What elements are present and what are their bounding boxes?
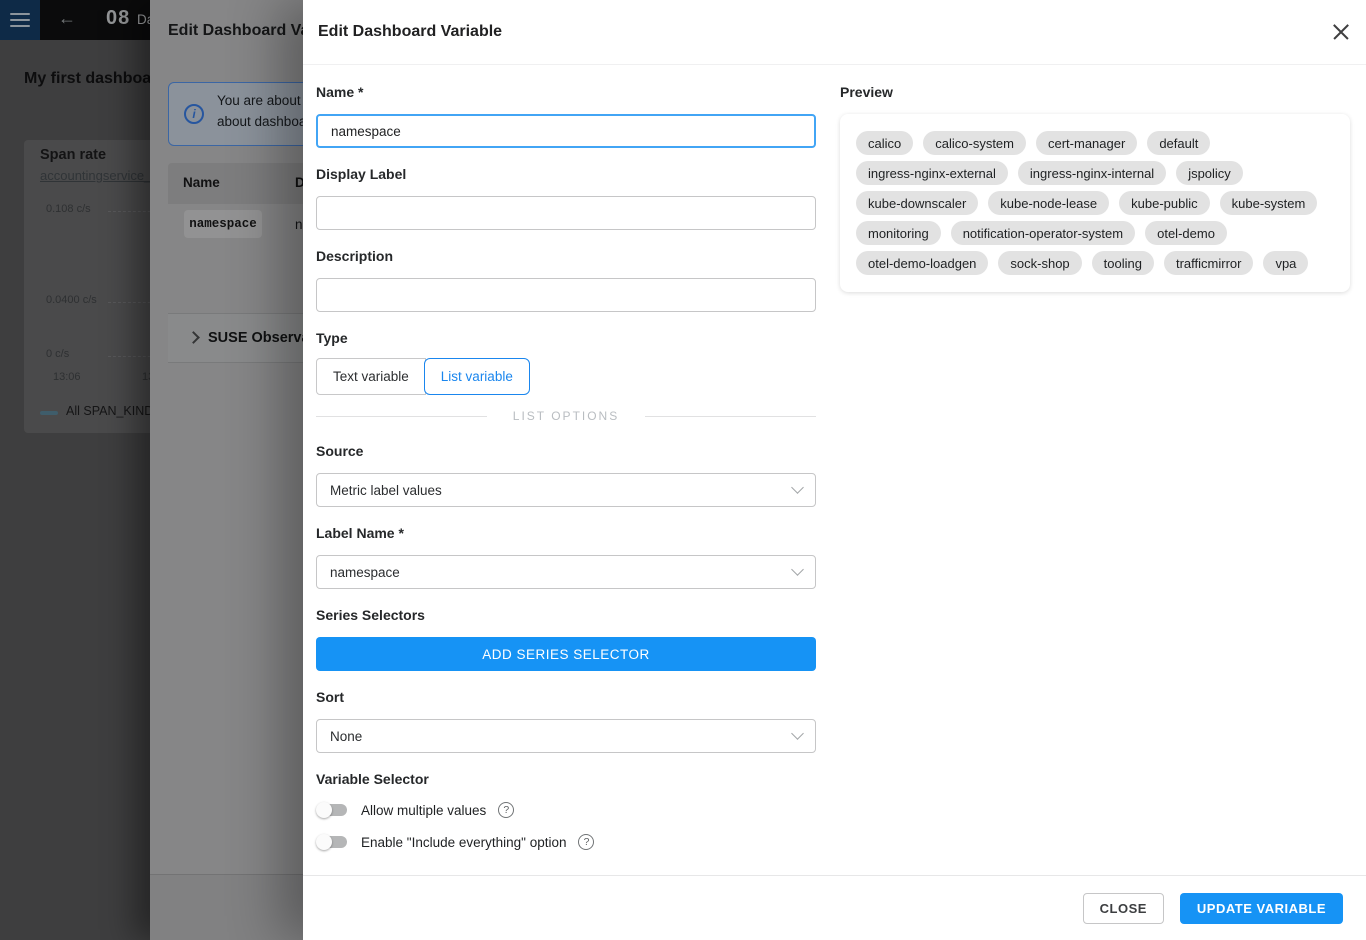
include-everything-row: Enable "Include everything" option ? — [316, 832, 594, 852]
source-label: Source — [316, 443, 363, 459]
sort-label: Sort — [316, 689, 344, 705]
preview-chip: otel-demo-loadgen — [856, 251, 988, 275]
edit-variable-modal: Edit Dashboard Variable Name * Display L… — [303, 0, 1366, 940]
chevron-down-icon — [791, 727, 804, 740]
update-variable-button[interactable]: UPDATE VARIABLE — [1180, 893, 1343, 924]
expander-label: SUSE Observab — [208, 330, 318, 346]
preview-chip: calico-system — [923, 131, 1026, 155]
series-selectors-label: Series Selectors — [316, 607, 425, 623]
toggle-label: Allow multiple values — [361, 803, 486, 818]
panel-title: Span rate — [40, 147, 106, 163]
type-list-variable-button[interactable]: List variable — [424, 358, 530, 395]
help-icon[interactable]: ? — [498, 802, 514, 818]
source-select[interactable]: Metric label values — [316, 473, 816, 507]
sort-select-value: None — [330, 729, 793, 744]
label-name-select[interactable]: namespace — [316, 555, 816, 589]
y-axis-tick: 0.0400 c/s — [46, 294, 97, 306]
display-label-input[interactable] — [316, 196, 816, 230]
type-text-variable-button[interactable]: Text variable — [316, 358, 426, 395]
info-icon: i — [184, 104, 204, 124]
chevron-right-icon — [187, 331, 200, 344]
page-title: My first dashboard — [24, 70, 167, 88]
preview-chip: notification-operator-system — [951, 221, 1135, 245]
y-axis-tick: 0.108 c/s — [46, 203, 91, 215]
preview-chip: ingress-nginx-internal — [1018, 161, 1166, 185]
toggle-label: Enable "Include everything" option — [361, 835, 566, 850]
variable-row-cell: n — [295, 217, 303, 232]
include-everything-toggle[interactable] — [316, 833, 349, 851]
type-label: Type — [316, 330, 348, 346]
type-toggle-group: Text variable List variable — [316, 358, 530, 395]
label-name-label: Label Name * — [316, 525, 404, 541]
preview-chip: cert-manager — [1036, 131, 1137, 155]
alert-text-line1: You are about t — [217, 93, 308, 108]
preview-chip: tooling — [1092, 251, 1154, 275]
screen: ← 08 Da My first dashboard Span rate acc… — [0, 0, 1366, 940]
close-icon[interactable] — [1332, 23, 1350, 41]
preview-chip: otel-demo — [1145, 221, 1227, 245]
modal-footer: CLOSE UPDATE VARIABLE — [303, 875, 1366, 940]
source-select-value: Metric label values — [330, 483, 793, 498]
y-axis-tick: 0 c/s — [46, 348, 69, 360]
help-icon[interactable]: ? — [578, 834, 594, 850]
variable-name-chip[interactable]: namespace — [184, 210, 262, 238]
preview-card: calico calico-system cert-manager defaul… — [840, 114, 1350, 292]
preview-chip: vpa — [1263, 251, 1308, 275]
variable-selector-label: Variable Selector — [316, 771, 429, 787]
list-options-divider-label: LIST OPTIONS — [487, 409, 645, 423]
label-name-select-value: namespace — [330, 565, 793, 580]
preview-chip: default — [1147, 131, 1210, 155]
close-button[interactable]: CLOSE — [1083, 893, 1164, 924]
preview-chip: trafficmirror — [1164, 251, 1253, 275]
list-options-divider: LIST OPTIONS — [316, 408, 816, 424]
name-input[interactable] — [316, 114, 816, 148]
preview-chip: kube-node-lease — [988, 191, 1109, 215]
hamburger-menu-icon[interactable] — [0, 0, 40, 40]
preview-chip: sock-shop — [998, 251, 1081, 275]
modal-title: Edit Dashboard Variable — [318, 23, 502, 41]
preview-label: Preview — [840, 84, 893, 100]
preview-chip: kube-downscaler — [856, 191, 978, 215]
display-label-label: Display Label — [316, 166, 406, 182]
preview-chip: calico — [856, 131, 913, 155]
panel-query-link[interactable]: accountingservice_ — [40, 168, 151, 183]
description-input[interactable] — [316, 278, 816, 312]
app-logo: 08 — [106, 7, 130, 30]
modal-header: Edit Dashboard Variable — [303, 0, 1366, 65]
preview-chip: jspolicy — [1176, 161, 1243, 185]
preview-chip: kube-system — [1220, 191, 1318, 215]
sort-select[interactable]: None — [316, 719, 816, 753]
allow-multiple-values-row: Allow multiple values ? — [316, 800, 514, 820]
description-label: Description — [316, 248, 393, 264]
background-dialog-title: Edit Dashboard Var — [168, 22, 316, 40]
allow-multiple-values-toggle[interactable] — [316, 801, 349, 819]
back-arrow-icon[interactable]: ← — [58, 8, 76, 29]
preview-chip: ingress-nginx-external — [856, 161, 1008, 185]
preview-chip: kube-public — [1119, 191, 1210, 215]
chevron-down-icon — [791, 563, 804, 576]
legend-line-swatch — [40, 411, 58, 415]
chevron-down-icon — [791, 481, 804, 494]
column-header-name: Name — [183, 175, 220, 190]
name-label: Name * — [316, 84, 363, 100]
x-axis-tick: 13:06 — [53, 371, 81, 383]
legend-label[interactable]: All SPAN_KIND_ — [66, 404, 160, 418]
preview-chip: monitoring — [856, 221, 941, 245]
add-series-selector-button[interactable]: ADD SERIES SELECTOR — [316, 637, 816, 671]
alert-text-line2: about dashboa — [217, 114, 306, 129]
